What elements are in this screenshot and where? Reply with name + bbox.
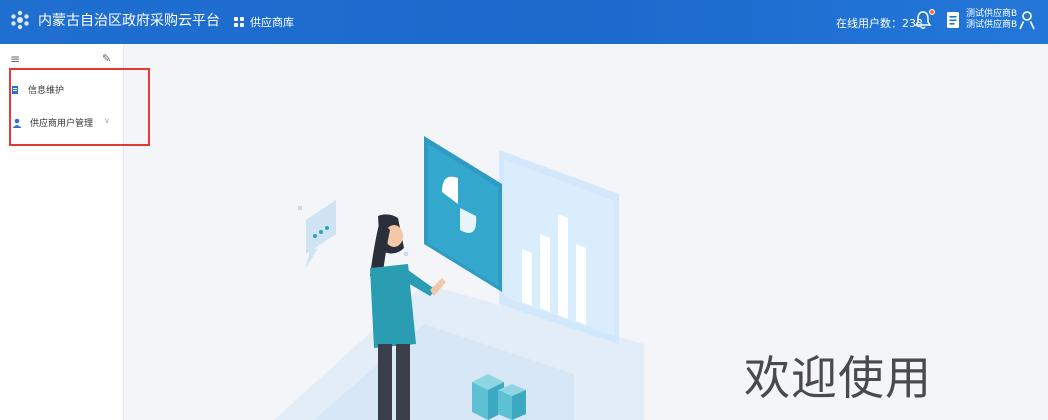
pin-icon[interactable]: ✎ (102, 52, 111, 65)
welcome-heading: 欢迎使用 (744, 351, 932, 405)
user-name-line1: 测试供应商B (966, 9, 1018, 19)
document-icon[interactable] (946, 11, 960, 29)
grid-icon (234, 17, 244, 27)
speech-bubble-icon (306, 200, 336, 254)
platform-logo-icon (11, 10, 29, 30)
nav-supplier-library[interactable]: 供应商库 (234, 14, 294, 30)
app-title: 内蒙古自治区政府采购云平台 (38, 13, 220, 29)
hamburger-menu-icon[interactable]: ≡ (10, 52, 20, 66)
main-content: 欢迎使用 (124, 44, 1048, 420)
top-navbar: 内蒙古自治区政府采购云平台 供应商库 在线用户数：233 测试供应商B 测试供应… (0, 0, 1048, 44)
notification-badge (929, 9, 935, 15)
user-name-line2: 测试供应商B (966, 20, 1018, 30)
online-users-count: 在线用户数：233 (836, 17, 923, 30)
current-user-info[interactable]: 测试供应商B 测试供应商B (966, 9, 1017, 31)
user-profile-icon[interactable] (1018, 10, 1036, 30)
nav-supplier-label: 供应商库 (250, 16, 294, 29)
